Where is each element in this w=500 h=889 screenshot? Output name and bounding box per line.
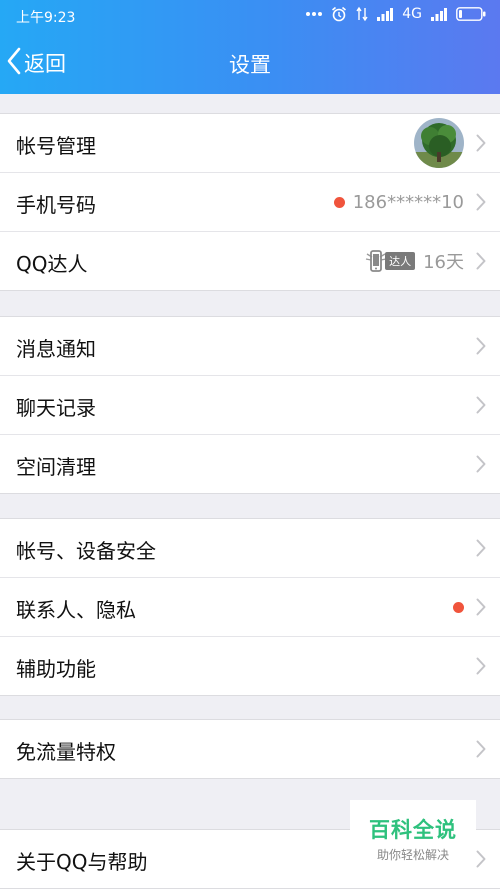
status-bar: 上午9:23 4G (0, 0, 500, 32)
row-label: 帐号、设备安全 (16, 539, 156, 563)
row-qq-expert[interactable]: QQ达人 达人 16天 (0, 232, 500, 290)
row-label: 消息通知 (16, 337, 96, 361)
row-right (453, 578, 464, 636)
row-contacts-privacy[interactable]: 联系人、隐私 (0, 578, 500, 637)
row-right (414, 114, 464, 172)
chevron-right-icon (476, 657, 486, 679)
settings-group-messages: 消息通知 聊天记录 空间清理 (0, 316, 500, 494)
chevron-right-icon (476, 193, 486, 215)
settings-group-security: 帐号、设备安全 联系人、隐私 辅助功能 (0, 518, 500, 696)
row-message-notifications[interactable]: 消息通知 (0, 317, 500, 376)
new-indicator-dot (453, 601, 464, 613)
row-label: 联系人、隐私 (16, 598, 136, 622)
data-transfer-icon (356, 6, 368, 22)
row-label: 聊天记录 (16, 396, 96, 420)
phone-number-value: 186******10 (352, 191, 464, 213)
chevron-right-icon (476, 740, 486, 762)
battery-icon (456, 7, 486, 21)
row-label: 手机号码 (16, 193, 96, 217)
signal-bars-2-icon (431, 7, 447, 21)
row-label: 关于QQ与帮助 (16, 850, 148, 874)
signal-dots-icon (306, 11, 323, 17)
settings-group-account: 帐号管理 手机号码 186******10 QQ达人 达人 16天 (0, 113, 500, 291)
alarm-icon (331, 6, 347, 22)
nav-bar: 返回 设置 (0, 32, 500, 94)
row-storage-cleanup[interactable]: 空间清理 (0, 435, 500, 493)
row-right: 达人 16天 (365, 232, 464, 290)
chevron-right-icon (476, 134, 486, 156)
chevron-right-icon (476, 455, 486, 477)
status-time: 上午9:23 (16, 10, 76, 26)
row-chat-history[interactable]: 聊天记录 (0, 376, 500, 435)
expert-badge-label: 达人 (385, 252, 416, 270)
row-accessibility[interactable]: 辅助功能 (0, 637, 500, 695)
chevron-right-icon (476, 396, 486, 418)
watermark-title: 百科全说 (369, 818, 457, 842)
row-free-data-privilege[interactable]: 免流量特权 (0, 720, 500, 778)
chevron-right-icon (476, 598, 486, 620)
watermark: 百科全说 助你轻松解决 (350, 800, 476, 862)
expert-badge-icon: 达人 (365, 248, 416, 274)
row-right: 186******10 (333, 173, 464, 231)
row-label: 空间清理 (16, 455, 96, 479)
row-label: 免流量特权 (16, 740, 116, 764)
watermark-subtitle: 助你轻松解决 (376, 848, 449, 862)
avatar (414, 118, 464, 168)
page-title: 设置 (229, 53, 271, 77)
header: 上午9:23 4G 返回 设置 (0, 0, 500, 94)
settings-group-data-plan: 免流量特权 (0, 719, 500, 779)
row-account-device-security[interactable]: 帐号、设备安全 (0, 519, 500, 578)
row-account-management[interactable]: 帐号管理 (0, 114, 500, 173)
row-label: 辅助功能 (16, 657, 96, 681)
row-phone-number[interactable]: 手机号码 186******10 (0, 173, 500, 232)
chevron-right-icon (476, 850, 486, 872)
status-icons: 4G (306, 6, 486, 22)
signal-bars-icon (377, 7, 394, 21)
chevron-right-icon (476, 337, 486, 359)
chevron-right-icon (476, 252, 486, 274)
new-indicator-dot (333, 196, 345, 208)
network-type: 4G (402, 6, 422, 22)
row-label: 帐号管理 (16, 134, 96, 158)
expert-days-value: 16天 (423, 252, 464, 273)
chevron-right-icon (476, 539, 486, 561)
row-label: QQ达人 (16, 252, 88, 276)
